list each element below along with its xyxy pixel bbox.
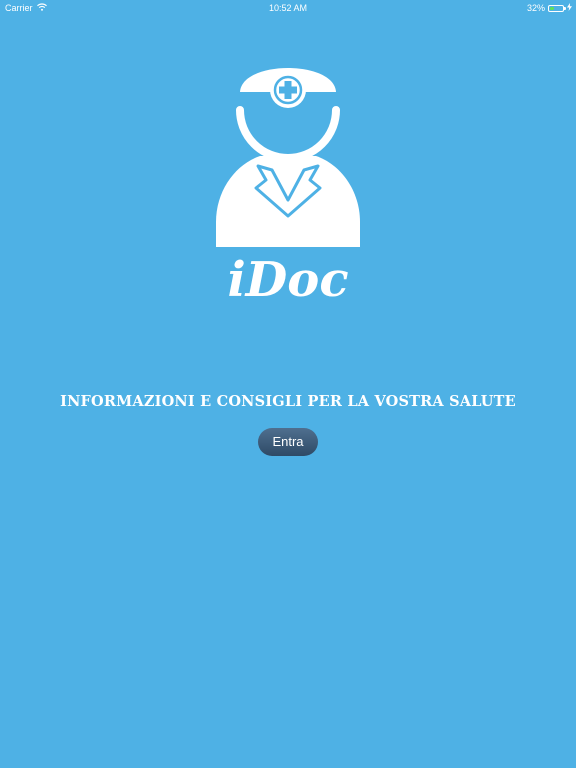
battery-fill <box>550 6 554 10</box>
status-right: 32% <box>527 0 572 16</box>
status-bar: Carrier 10:52 AM 32% <box>0 0 576 16</box>
battery-icon <box>548 4 566 12</box>
logo-text: iDoc <box>227 252 348 302</box>
battery-cap <box>564 7 566 10</box>
battery-percent: 32% <box>526 3 545 13</box>
doctor-icon: iDoc <box>216 68 360 308</box>
status-time: 10:52 AM <box>268 3 308 13</box>
tagline: INFORMAZIONI E CONSIGLI PER LA VOSTRA SA… <box>60 393 516 410</box>
enter-button[interactable]: Entra <box>258 428 318 456</box>
charging-bolt-icon <box>567 0 572 16</box>
app-logo: iDoc <box>208 52 368 308</box>
